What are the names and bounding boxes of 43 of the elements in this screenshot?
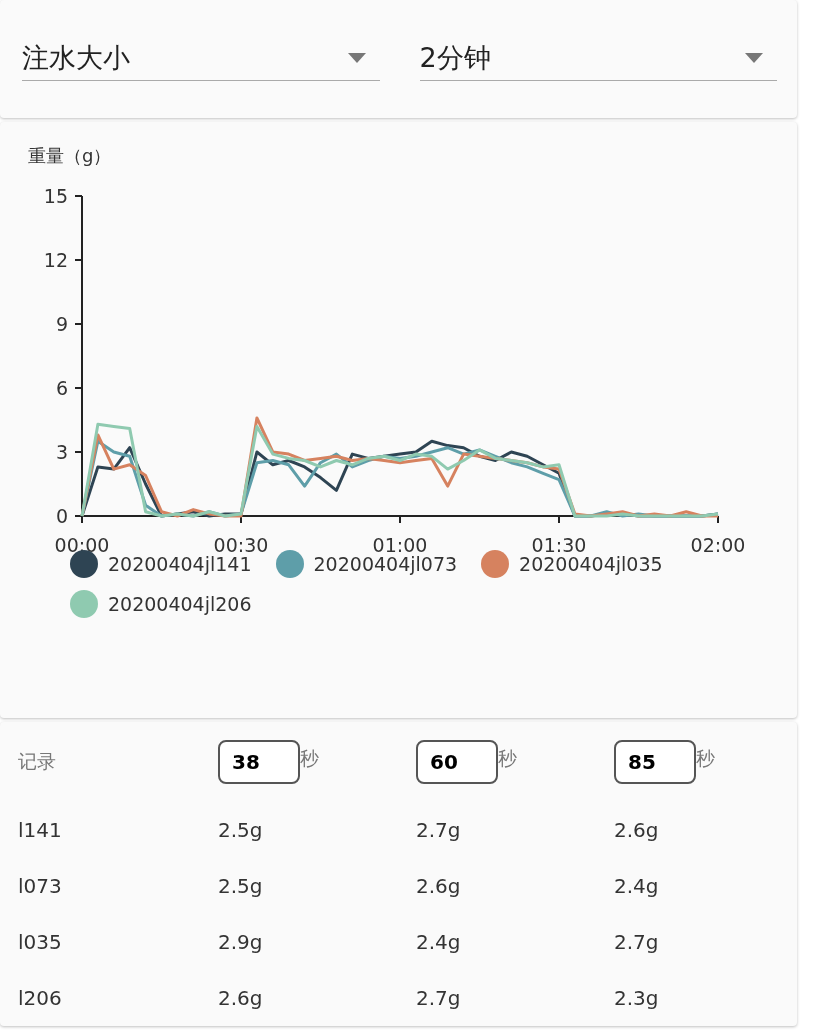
unit-label: 秒 [696,746,715,771]
tick-label: 02:00 [690,534,746,556]
table-cell-text: 2.7g [416,817,462,844]
caret-icon [745,53,763,63]
caret-icon [347,53,366,63]
seconds-input[interactable]: 85 [614,740,696,784]
seconds-input[interactable]: 38 [218,740,300,784]
table-cell-text: 2.7g [416,985,462,1012]
tick-label: 12 [43,249,68,271]
unit-label: 秒 [498,746,517,771]
legend-label: 20200404jl141 [108,553,252,575]
unit-label: 秒 [300,746,319,771]
tick-label: 15 [43,185,68,207]
row-label: l206 [18,985,63,1012]
table-cell-text: 2.4g [614,873,660,900]
legend-label: 20200404jl035 [519,553,663,575]
table-cell-text: 2.4g [416,929,462,956]
tick-label: 6 [55,377,68,399]
table-cell-text: 2.6g [218,985,264,1012]
table-cell-text: 2.6g [614,817,660,844]
table-cell-text: 2.7g [614,929,660,956]
tick-label: 01:30 [531,534,587,556]
tick-label: 00:00 [54,534,110,556]
table-cell-text: 2.5g [218,817,264,844]
table-cell-text: 2.6g [416,873,462,900]
table-cell-text: 2.3g [614,985,660,1012]
dropdown-field[interactable]: 注水大小 [22,36,380,81]
column-header: 记录 [18,749,57,774]
seconds-input[interactable]: 60 [416,740,498,784]
tick-label: 3 [55,441,68,463]
table-cell-text: 2.9g [218,929,264,956]
legend-label: 20200404jl073 [313,553,458,575]
table-cell-text: 2.5g [218,873,264,900]
legend-label: 20200404jl206 [108,593,252,615]
tick-label: 9 [55,313,68,335]
tick-label: 0 [55,505,68,527]
row-label: l073 [18,873,63,900]
dropdown-field[interactable]: 2分钟 [419,36,777,81]
tick-label: 00:30 [213,534,269,556]
axis-title: 重量（g） [28,144,112,168]
row-label: l141 [18,817,63,844]
row-label: l035 [18,929,63,956]
tick-label: 01:00 [372,534,428,556]
